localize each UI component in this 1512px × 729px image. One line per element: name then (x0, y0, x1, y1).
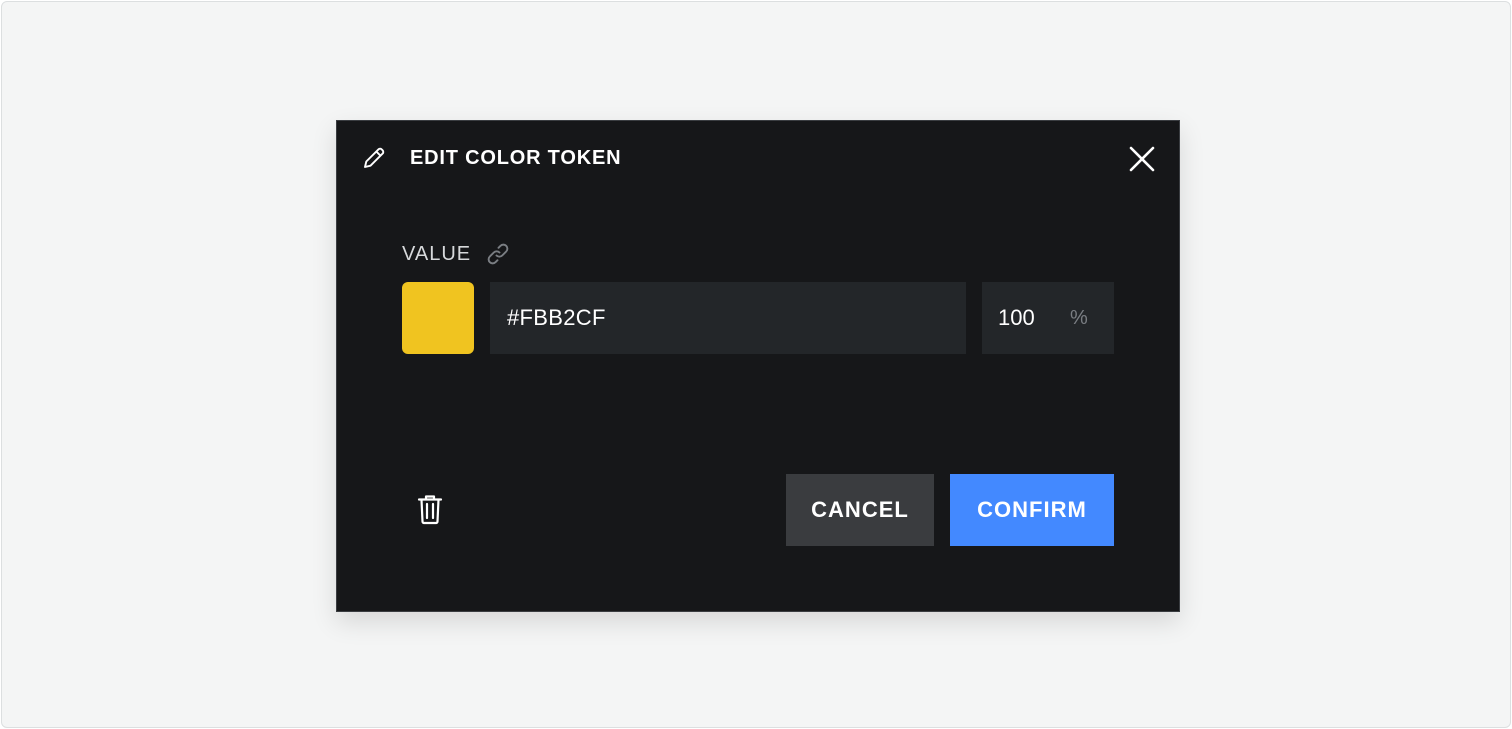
pencil-icon (361, 145, 387, 171)
trash-icon[interactable] (413, 491, 447, 527)
cancel-button-label: CANCEL (811, 497, 909, 522)
hex-value-text: #FBB2CF (507, 305, 606, 330)
link-icon[interactable] (485, 241, 511, 267)
color-swatch[interactable] (402, 282, 474, 354)
page-background: EDIT COLOR TOKEN VALUE #FBB2CF 100 % CAN… (1, 1, 1511, 728)
value-label: VALUE (402, 243, 472, 265)
edit-color-token-dialog: EDIT COLOR TOKEN VALUE #FBB2CF 100 % CAN… (336, 120, 1180, 612)
confirm-button[interactable]: CONFIRM (950, 474, 1114, 546)
dialog-title: EDIT COLOR TOKEN (410, 147, 622, 169)
confirm-button-label: CONFIRM (977, 497, 1087, 522)
opacity-unit: % (1070, 307, 1088, 329)
opacity-value: 100 (998, 305, 1035, 330)
cancel-button[interactable]: CANCEL (786, 474, 934, 546)
value-label-row: VALUE (402, 241, 511, 267)
close-icon[interactable] (1127, 144, 1157, 174)
dialog-header: EDIT COLOR TOKEN (337, 121, 1179, 197)
hex-value-input[interactable]: #FBB2CF (490, 282, 966, 354)
opacity-input[interactable]: 100 % (982, 282, 1114, 354)
